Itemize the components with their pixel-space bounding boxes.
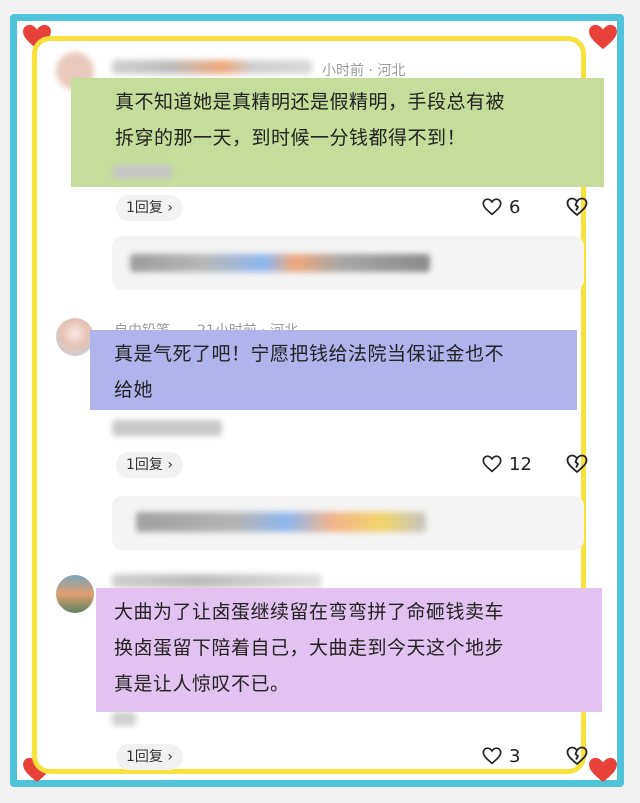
red-heart-icon	[588, 24, 618, 50]
blurred-content	[112, 420, 222, 436]
avatar[interactable]	[56, 318, 94, 356]
like-count: 3	[509, 745, 521, 767]
username-blurred	[112, 574, 322, 588]
comment-text: 大曲为了让卤蛋继续留在弯弯拼了命砸钱卖车 换卤蛋留下陪着自己，大曲走到今天这个地…	[96, 588, 602, 712]
dislike-button[interactable]	[565, 452, 589, 476]
username-blurred	[112, 60, 312, 74]
sub-reply-box[interactable]	[112, 496, 584, 550]
dislike-button[interactable]	[565, 744, 589, 768]
reply-button[interactable]: 1回复 ›	[116, 452, 183, 478]
broken-heart-icon	[566, 746, 588, 765]
blurred-content	[136, 512, 426, 532]
reply-label: 1回复	[126, 200, 163, 216]
like-button[interactable]: 12	[481, 453, 532, 475]
red-heart-icon	[588, 757, 618, 783]
chevron-right-icon: ›	[167, 457, 173, 473]
chevron-right-icon: ›	[167, 749, 173, 765]
like-count: 12	[509, 453, 532, 475]
comment-text-line: 真是让人惊叹不已。	[114, 673, 290, 695]
comment-text-line: 换卤蛋留下陪着自己，大曲走到今天这个地步	[114, 637, 505, 659]
broken-heart-icon	[566, 197, 588, 216]
heart-outline-icon	[482, 198, 502, 216]
blurred-content	[112, 712, 136, 726]
blurred-content	[130, 254, 430, 272]
dislike-button[interactable]	[565, 195, 589, 219]
comment-text-line: 给她	[114, 379, 154, 401]
chevron-right-icon: ›	[167, 200, 173, 216]
like-button[interactable]: 6	[481, 196, 520, 218]
avatar[interactable]	[56, 575, 94, 613]
like-count: 6	[509, 196, 521, 218]
heart-outline-icon	[482, 747, 502, 765]
comment-text-line: 大曲为了让卤蛋继续留在弯弯拼了命砸钱卖车	[114, 601, 505, 623]
sub-reply-box[interactable]	[112, 236, 584, 290]
comment-text-line: 真不知道她是真精明还是假精明，手段总有被	[115, 91, 506, 113]
like-button[interactable]: 3	[481, 745, 520, 767]
comment-text: 真是气死了吧！宁愿把钱给法院当保证金也不 给她	[90, 330, 577, 410]
reply-button[interactable]: 1回复 ›	[116, 195, 183, 221]
reply-button[interactable]: 1回复 ›	[116, 744, 183, 770]
comment-meta: 小时前 · 河北	[322, 63, 406, 79]
blurred-content	[112, 165, 172, 179]
reply-label: 1回复	[126, 749, 163, 765]
comment-text-line: 拆穿的那一天，到时候一分钱都得不到！	[115, 127, 467, 149]
heart-outline-icon	[482, 455, 502, 473]
reply-label: 1回复	[126, 457, 163, 473]
comment-text-line: 真是气死了吧！宁愿把钱给法院当保证金也不	[114, 343, 505, 365]
broken-heart-icon	[566, 454, 588, 473]
